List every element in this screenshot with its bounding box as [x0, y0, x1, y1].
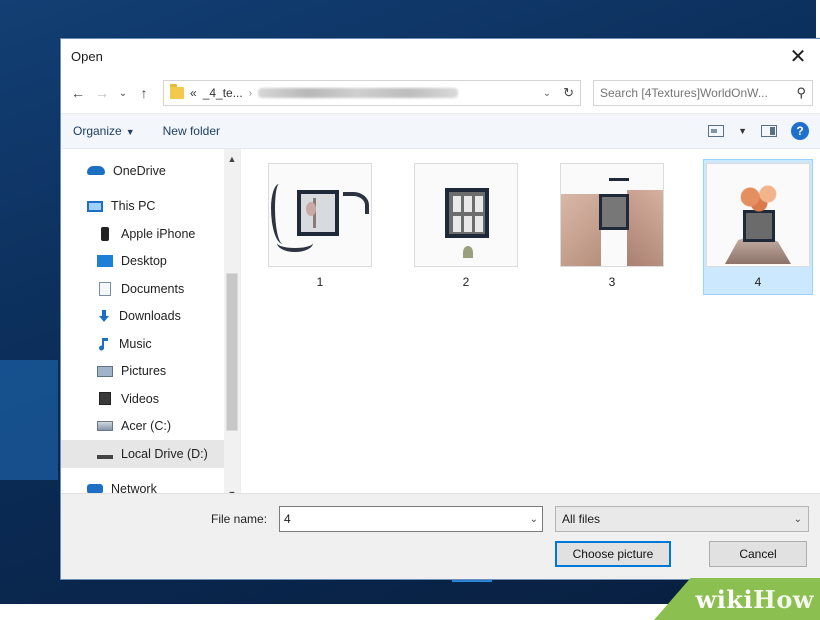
file-item[interactable]: 3: [557, 159, 667, 295]
desktop-icon: [97, 255, 113, 268]
sidebar-item-label: Local Drive (D:): [121, 446, 208, 461]
watermark-how: How: [753, 584, 814, 614]
search-icon: ⚲: [796, 85, 806, 100]
navigation-pane: OneDrive This PC Apple iPhone Desktop Do…: [61, 149, 241, 504]
file-item[interactable]: 1: [265, 159, 375, 295]
sidebar-item-label: Downloads: [119, 309, 181, 324]
sidebar-item-videos[interactable]: Videos: [61, 385, 240, 413]
chevron-down-icon[interactable]: ⌄: [530, 514, 538, 525]
sidebar-item-label: Documents: [121, 281, 185, 296]
folder-icon: [170, 84, 184, 99]
file-type-select[interactable]: All files ⌄: [555, 506, 809, 532]
chevron-down-icon: ⌄: [793, 513, 802, 525]
view-controls: ▼ ?: [708, 122, 809, 140]
forward-button[interactable]: →: [93, 85, 111, 101]
music-icon: [97, 337, 111, 351]
choose-picture-button[interactable]: Choose picture: [555, 541, 671, 567]
back-button[interactable]: ←: [69, 85, 87, 101]
address-row: ← → ⌄ ↑ « _4_te... › ⌄ ↻ ⚲: [61, 73, 820, 113]
computer-icon: [87, 200, 103, 212]
wallpaper-accent: [0, 360, 58, 480]
drive-icon: [97, 421, 113, 432]
videos-icon: [99, 392, 111, 406]
pictures-icon: [97, 365, 113, 377]
local-drive-icon: [97, 454, 113, 459]
watermark-wiki: wiki: [695, 584, 754, 614]
file-name-label: File name:: [211, 512, 268, 526]
downloads-icon: [97, 309, 111, 323]
sidebar-item-label: Music: [119, 336, 152, 351]
sidebar-item-label: This PC: [111, 199, 156, 214]
address-dropdown-icon[interactable]: ⌄: [543, 88, 551, 99]
image-thumbnail: [414, 163, 518, 267]
sidebar-item-apple-iphone[interactable]: Apple iPhone: [61, 220, 240, 248]
sidebar-item-documents[interactable]: Documents: [61, 275, 240, 303]
sidebar-item-music[interactable]: Music: [61, 330, 240, 358]
breadcrumb-overflow[interactable]: «: [190, 86, 197, 100]
scrollbar-thumb[interactable]: [226, 273, 238, 431]
cancel-button[interactable]: Cancel: [709, 541, 807, 567]
desktop-background: Open ✕ ← → ⌄ ↑ « _4_te... › ⌄ ↻ ⚲: [0, 0, 820, 620]
change-view-icon[interactable]: [708, 125, 725, 137]
sidebar-item-label: Videos: [121, 391, 159, 406]
help-icon[interactable]: ?: [791, 122, 809, 140]
breadcrumb-blurred: [258, 88, 459, 98]
organize-button[interactable]: Organize ▼: [73, 124, 135, 138]
refresh-icon[interactable]: ↻: [563, 85, 574, 101]
sidebar-item-local-drive-d[interactable]: Local Drive (D:): [61, 440, 240, 468]
up-button[interactable]: ↑: [135, 85, 153, 101]
breadcrumb-folder[interactable]: _4_te...: [203, 86, 243, 100]
file-name-label: 4: [754, 275, 762, 289]
sidebar-item-label: Desktop: [121, 254, 167, 269]
sidebar-item-label: Pictures: [121, 364, 167, 379]
title-bar: Open ✕: [61, 39, 820, 73]
file-item-selected[interactable]: 4: [703, 159, 813, 295]
sidebar-item-label: Apple iPhone: [121, 226, 196, 241]
view-options-chevron-icon[interactable]: ▼: [738, 126, 747, 136]
file-list: 1 2 3 4: [241, 149, 820, 504]
image-thumbnail: [706, 163, 810, 267]
file-name-field[interactable]: 4 ⌄: [279, 506, 543, 532]
close-button[interactable]: ✕: [785, 44, 811, 69]
sidebar-item-label: Acer (C:): [121, 419, 171, 434]
file-item[interactable]: 2: [411, 159, 521, 295]
phone-icon: [101, 226, 109, 241]
file-type-value: All files: [562, 512, 601, 526]
recent-locations-button[interactable]: ⌄: [117, 88, 129, 99]
dialog-title: Open: [71, 48, 103, 64]
navigation-scrollbar[interactable]: ▲ ▼: [224, 149, 240, 504]
file-name-label: 2: [462, 275, 470, 289]
file-name-value[interactable]: 4: [284, 512, 530, 526]
search-input[interactable]: [600, 86, 793, 100]
chevron-down-icon: ▼: [125, 127, 135, 137]
preview-pane-icon[interactable]: [761, 125, 777, 137]
scroll-up-icon[interactable]: ▲: [224, 151, 240, 167]
organize-label: Organize: [73, 124, 122, 138]
documents-icon: [99, 281, 111, 296]
file-name-label: 3: [608, 275, 616, 289]
sidebar-item-onedrive[interactable]: OneDrive: [61, 157, 240, 185]
image-thumbnail: [268, 163, 372, 267]
sidebar-item-downloads[interactable]: Downloads: [61, 303, 240, 331]
command-bar: Organize ▼ New folder ▼ ?: [61, 113, 820, 149]
image-thumbnail: [560, 163, 664, 267]
search-box[interactable]: ⚲: [593, 80, 813, 106]
file-name-label: 1: [316, 275, 324, 289]
sidebar-item-label: OneDrive: [113, 163, 166, 178]
dialog-footer: File name: 4 ⌄ All files ⌄ Choose pictur…: [61, 493, 820, 579]
new-folder-button[interactable]: New folder: [163, 124, 220, 138]
sidebar-item-desktop[interactable]: Desktop: [61, 248, 240, 276]
dialog-body: OneDrive This PC Apple iPhone Desktop Do…: [61, 149, 820, 504]
sidebar-item-acer-c[interactable]: Acer (C:): [61, 413, 240, 441]
sidebar-item-this-pc[interactable]: This PC: [61, 193, 240, 221]
onedrive-icon: [87, 166, 105, 176]
sidebar-item-pictures[interactable]: Pictures: [61, 358, 240, 386]
address-bar[interactable]: « _4_te... › ⌄ ↻: [163, 80, 581, 106]
breadcrumb-separator: ›: [248, 87, 253, 99]
open-file-dialog: Open ✕ ← → ⌄ ↑ « _4_te... › ⌄ ↻ ⚲: [60, 38, 820, 580]
